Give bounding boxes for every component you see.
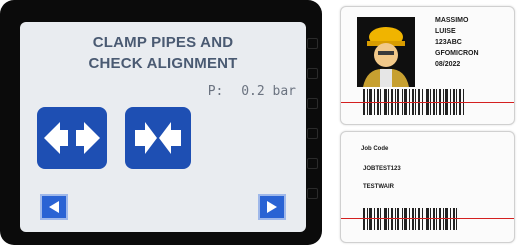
close-clamps-button[interactable] — [125, 107, 191, 169]
operator-company: GFOMICRON — [435, 50, 479, 57]
pressure-value: 0.2 bar — [241, 84, 296, 99]
bezel-key-2 — [307, 68, 318, 79]
job-code-label: Job Code — [361, 146, 389, 152]
bezel-key-6 — [307, 188, 318, 199]
bezel-key-1 — [307, 38, 318, 49]
operator-last-name: LUISE — [435, 28, 456, 35]
barcode-scan-line — [341, 218, 514, 219]
worker-avatar-icon — [357, 17, 415, 87]
triangle-right-icon — [267, 201, 277, 213]
open-clamps-button[interactable] — [37, 107, 107, 169]
display-screen: CLAMP PIPES AND CHECK ALIGNMENT P: 0.2 b… — [20, 22, 306, 232]
operator-photo — [357, 17, 415, 87]
instruction-title-line-1: CLAMP PIPES AND — [92, 34, 234, 51]
bezel-key-4 — [307, 128, 318, 139]
arrows-apart-icon — [44, 120, 100, 156]
job-name-value: TESTWAIR — [363, 184, 394, 190]
job-barcode — [363, 208, 493, 230]
operator-first-name: MASSIMO — [435, 17, 469, 24]
operator-id-number: 123ABC — [435, 39, 462, 46]
pressure-readout: P: 0.2 bar — [208, 84, 296, 99]
operator-id-card: MASSIMO LUISE 123ABC GFOMICRON 08/2022 — [340, 6, 515, 125]
operator-date: 08/2022 — [435, 61, 461, 68]
next-button[interactable] — [258, 194, 286, 220]
barcode-scan-line — [341, 102, 514, 103]
triangle-left-icon — [49, 201, 59, 213]
pressure-label: P: — [207, 84, 224, 99]
machine-device: CLAMP PIPES AND CHECK ALIGNMENT P: 0.2 b… — [0, 0, 322, 245]
bezel-key-5 — [307, 158, 318, 169]
previous-button[interactable] — [40, 194, 68, 220]
bezel-key-3 — [307, 98, 318, 109]
scene: CLAMP PIPES AND CHECK ALIGNMENT P: 0.2 b… — [0, 0, 517, 245]
arrows-together-icon — [135, 122, 181, 154]
job-code-value: JOBTEST123 — [363, 166, 401, 172]
job-code-card: Job Code JOBTEST123 TESTWAIR — [340, 131, 515, 243]
instruction-title-line-2: CHECK ALIGNMENT — [88, 55, 238, 72]
